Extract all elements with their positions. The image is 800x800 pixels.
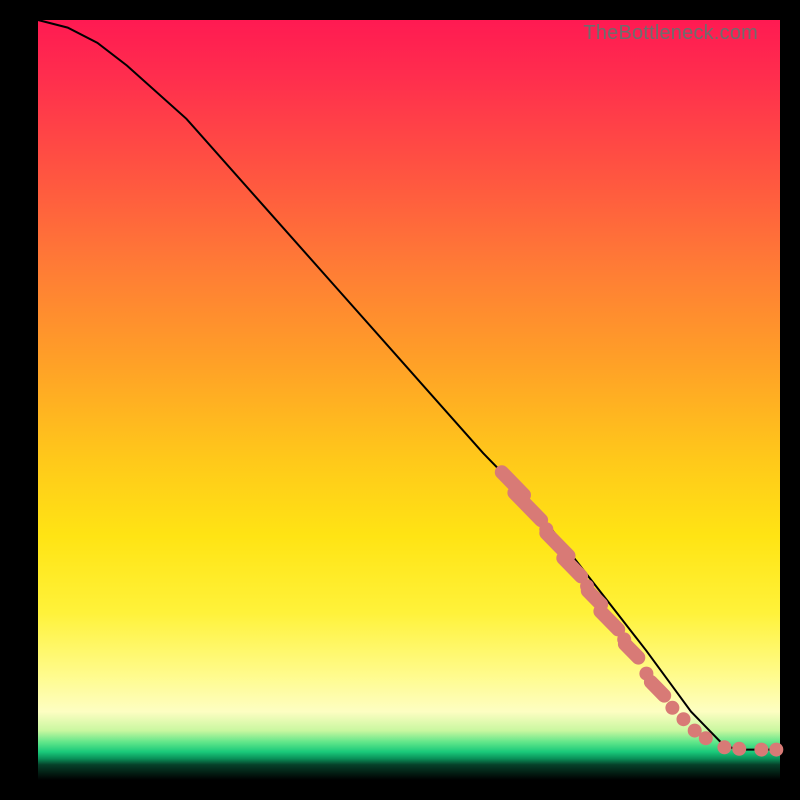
data-marker-pill (588, 591, 601, 605)
chart-svg (38, 20, 780, 780)
curve-layer (38, 20, 780, 750)
data-marker-dot (754, 743, 768, 757)
data-marker-pill (625, 644, 638, 658)
data-marker-pill (563, 558, 581, 576)
data-marker-pill (514, 493, 541, 520)
data-marker-dot (699, 731, 713, 745)
data-marker-dot (732, 742, 746, 756)
data-marker-dot (769, 743, 783, 757)
markers-layer (502, 472, 784, 756)
plot-area: TheBottleneck.com (38, 20, 780, 780)
chart-frame: TheBottleneck.com (0, 0, 800, 800)
data-marker-pill (600, 611, 618, 629)
data-marker-dot (677, 712, 691, 726)
data-marker-pill (651, 682, 664, 696)
data-marker-dot (665, 701, 679, 715)
curve-line (38, 20, 780, 750)
data-marker-dot (717, 740, 731, 754)
